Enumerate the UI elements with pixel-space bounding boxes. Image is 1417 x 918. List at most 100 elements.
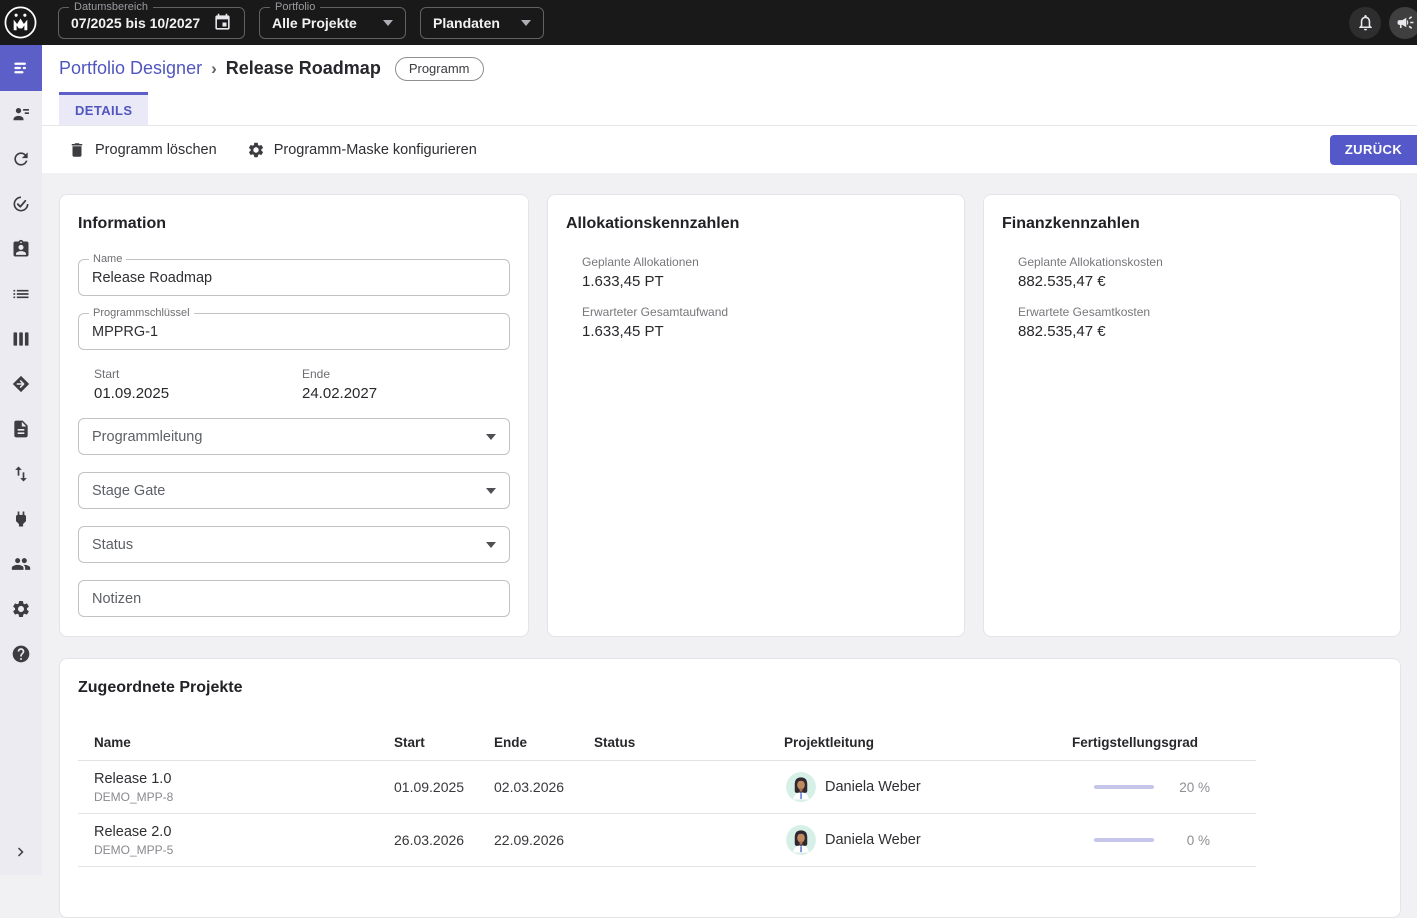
sidebar-item-board[interactable] xyxy=(0,316,42,361)
program-type-badge: Programm xyxy=(394,56,484,81)
trash-icon xyxy=(71,142,83,157)
notes-field[interactable]: Notizen xyxy=(78,580,510,617)
assigned-projects-title: Zugeordnete Projekte xyxy=(78,679,243,696)
program-key-value: MPPRG-1 xyxy=(92,323,159,340)
meisterplan-logo-icon[interactable] xyxy=(3,5,38,40)
sidebar-item-integrations[interactable] xyxy=(0,496,42,541)
metric-value: 882.535,47 € xyxy=(1018,273,1106,290)
progress-percent: 0 % xyxy=(1186,832,1210,848)
configure-program-mask-button[interactable]: Programm-Maske konfigurieren xyxy=(247,141,477,159)
import-export-icon xyxy=(15,466,27,481)
tab-bar: DETAILS xyxy=(42,92,1417,125)
date-range-label: Datumsbereich xyxy=(69,0,153,13)
project-lead-name: Daniela Weber xyxy=(825,779,921,795)
sidebar-item-import-export[interactable] xyxy=(0,451,42,496)
project-start: 26.03.2026 xyxy=(394,832,465,848)
metric-expected-total-costs: Erwartete Gesamtkosten 882.535,47 € xyxy=(1018,305,1382,340)
resource-assignment-icon xyxy=(13,107,29,120)
name-field-value: Release Roadmap xyxy=(92,269,213,286)
projects-table-header: Name Start Ende Status Projektleitung Fe… xyxy=(78,725,1256,761)
sidebar-item-help[interactable] xyxy=(0,631,42,676)
metric-label: Geplante Allokationskosten xyxy=(1018,255,1163,269)
sidebar-item-milestones[interactable] xyxy=(0,361,42,406)
sidebar-item-badge[interactable] xyxy=(0,226,42,271)
milestone-diamond-icon xyxy=(12,375,30,392)
program-lead-select[interactable]: Programmleitung xyxy=(78,418,510,455)
goals-target-check-icon xyxy=(13,196,29,211)
stage-gate-select[interactable]: Stage Gate xyxy=(78,472,510,509)
page-header: Portfolio Designer › Release Roadmap Pro… xyxy=(42,45,1417,126)
date-range-value: 07/2025 bis 10/2027 xyxy=(71,14,201,31)
sidebar-item-portfolio-designer[interactable] xyxy=(0,45,42,91)
status-select[interactable]: Status xyxy=(78,526,510,563)
name-field[interactable]: Name Release Roadmap xyxy=(78,253,510,296)
table-row-release-2[interactable]: Release 2.0 DEMO_MPP-5 26.03.2026 22.09.… xyxy=(78,814,1256,867)
left-navigation-rail xyxy=(0,45,42,875)
sidebar-item-settings[interactable] xyxy=(0,586,42,631)
sidebar-expand-button[interactable] xyxy=(0,835,42,869)
chevron-down-icon xyxy=(486,541,496,548)
information-card-title: Information xyxy=(78,215,166,232)
avatar xyxy=(786,772,816,802)
report-document-icon xyxy=(14,420,28,437)
sidebar-item-users[interactable] xyxy=(0,541,42,586)
delete-program-button[interactable]: Programm löschen xyxy=(68,141,217,159)
sidebar-item-list[interactable] xyxy=(0,271,42,316)
action-toolbar: Programm löschen Programm-Maske konfigur… xyxy=(42,126,1417,173)
board-columns-icon xyxy=(13,331,29,346)
delete-program-label: Programm löschen xyxy=(95,141,217,158)
list-icon xyxy=(13,289,29,298)
project-name[interactable]: Release 2.0 xyxy=(94,824,394,840)
column-header-start: Start xyxy=(394,735,425,750)
users-group-icon xyxy=(11,557,31,570)
sync-refresh-icon xyxy=(14,151,28,166)
allocation-card-title: Allokationskennzahlen xyxy=(566,215,740,232)
breadcrumb-separator-icon: › xyxy=(211,58,217,78)
breadcrumb-portfolio-designer[interactable]: Portfolio Designer xyxy=(59,58,202,79)
summary-cards-row: Information Name Release Roadmap Program… xyxy=(59,194,1401,637)
configure-program-mask-label: Programm-Maske konfigurieren xyxy=(273,141,477,158)
portfolio-label: Portfolio xyxy=(270,0,321,13)
table-row-release-1[interactable]: Release 1.0 DEMO_MPP-8 01.09.2025 02.03.… xyxy=(78,761,1256,814)
progress-bar xyxy=(1094,838,1154,842)
notes-placeholder: Notizen xyxy=(92,590,142,607)
program-lead-placeholder: Programmleitung xyxy=(92,428,203,445)
portfolio-select[interactable]: Portfolio Alle Projekte xyxy=(259,0,406,39)
date-range-field[interactable]: Datumsbereich 07/2025 bis 10/2027 xyxy=(58,0,245,39)
content-area: Information Name Release Roadmap Program… xyxy=(42,173,1417,918)
plan-data-select[interactable]: Plandaten xyxy=(420,6,544,39)
chevron-down-icon xyxy=(521,19,531,26)
stage-gate-placeholder: Stage Gate xyxy=(92,482,166,499)
finance-card-title: Finanzkennzahlen xyxy=(1002,215,1140,232)
column-header-end: Ende xyxy=(494,735,528,750)
allocation-metrics-card: Allokationskennzahlen Geplante Allokatio… xyxy=(547,194,965,637)
sidebar-item-reports[interactable] xyxy=(0,406,42,451)
sidebar-item-resource-assignment[interactable] xyxy=(0,91,42,136)
finance-metrics-card: Finanzkennzahlen Geplante Allokationskos… xyxy=(983,194,1401,637)
metric-value: 1.633,45 PT xyxy=(582,273,664,290)
metric-label: Erwarteter Gesamtaufwand xyxy=(582,305,729,319)
chevron-down-icon xyxy=(383,19,393,26)
back-button[interactable]: ZURÜCK xyxy=(1330,134,1417,165)
sidebar-item-goals[interactable] xyxy=(0,181,42,226)
information-card: Information Name Release Roadmap Program… xyxy=(59,194,529,637)
column-header-name: Name xyxy=(94,735,131,750)
notifications-bell-icon xyxy=(1358,14,1372,31)
announcements-button[interactable] xyxy=(1389,6,1417,39)
help-icon xyxy=(12,645,30,662)
notifications-button[interactable] xyxy=(1349,6,1381,39)
badge-id-icon xyxy=(13,239,29,256)
metric-expected-total-effort: Erwarteter Gesamtaufwand 1.633,45 PT xyxy=(582,305,946,340)
program-key-field[interactable]: Programmschlüssel MPPRG-1 xyxy=(78,307,510,350)
projects-table: Name Start Ende Status Projektleitung Fe… xyxy=(78,725,1256,867)
integrations-plug-icon xyxy=(16,511,26,526)
progress-bar xyxy=(1094,785,1154,789)
project-name[interactable]: Release 1.0 xyxy=(94,771,394,787)
sidebar-item-sync[interactable] xyxy=(0,136,42,181)
tab-details[interactable]: DETAILS xyxy=(59,92,149,125)
chevron-right-icon xyxy=(18,847,24,857)
avatar xyxy=(786,825,816,855)
name-field-label: Name xyxy=(89,253,127,265)
project-end: 22.09.2026 xyxy=(494,832,565,848)
metric-label: Erwartete Gesamtkosten xyxy=(1018,305,1151,319)
